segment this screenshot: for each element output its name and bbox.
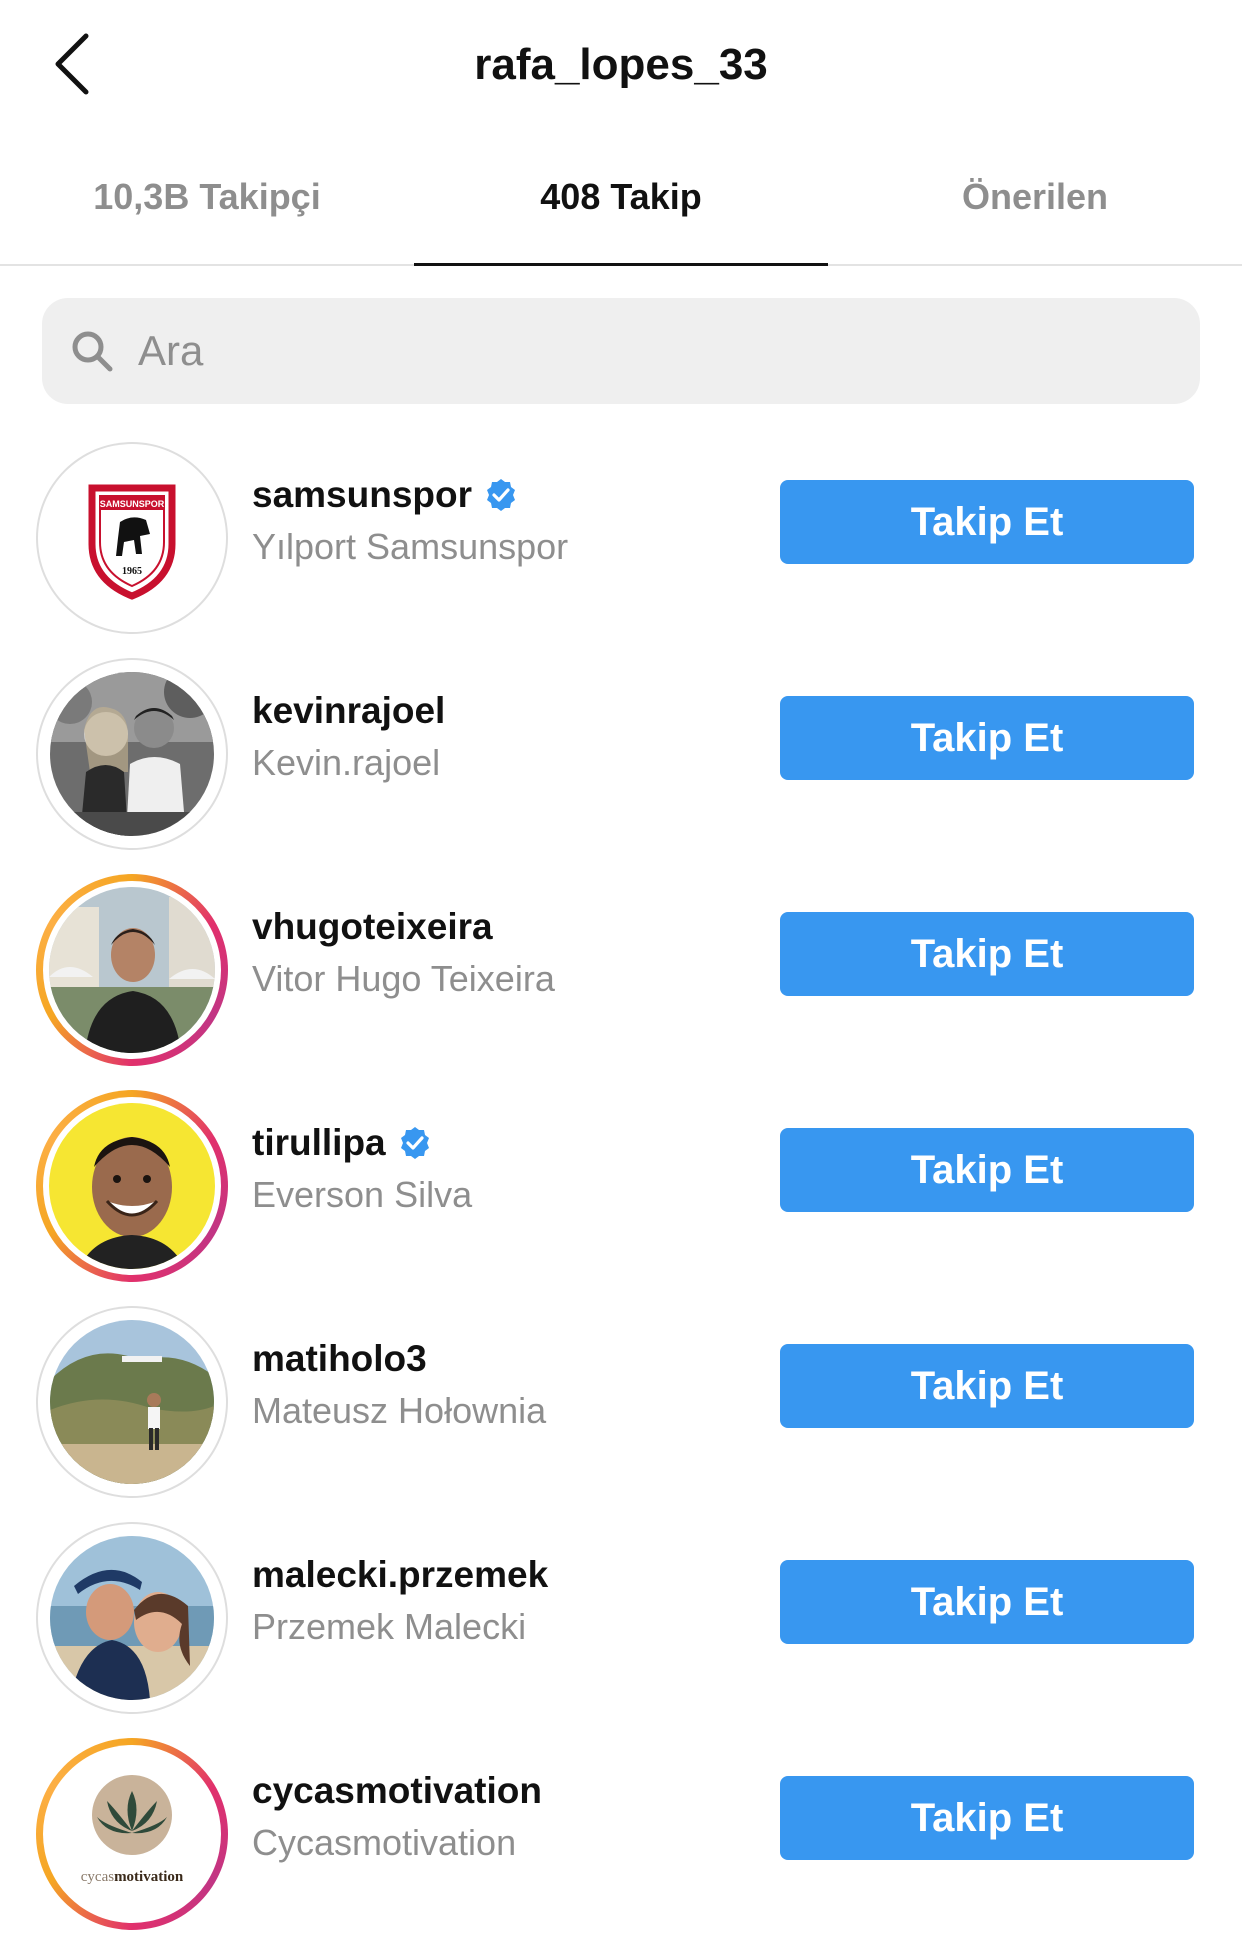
search-icon [68, 327, 116, 375]
lotus-logo-icon: cycasmotivation [49, 1751, 215, 1917]
hollywood-hills-photo-icon [50, 1320, 214, 1484]
verified-badge-icon [400, 1127, 429, 1159]
tab-following[interactable]: 408 Takip [414, 150, 828, 266]
tab-followers[interactable]: 10,3B Takipçi [0, 150, 414, 264]
avatar[interactable] [36, 1522, 228, 1714]
full-name: Everson Silva [252, 1174, 473, 1215]
search-bar[interactable] [42, 298, 1200, 404]
logo-text-light: cycas [81, 1869, 114, 1885]
list-item[interactable]: vhugoteixeira Vitor Hugo Teixeira Takip … [0, 868, 1242, 1084]
tab-suggested[interactable]: Önerilen [828, 150, 1242, 264]
tab-bar: 10,3B Takipçi 408 Takip Önerilen [0, 150, 1242, 266]
list-item[interactable]: SAMSUNSPOR 1965 samsunspor Yılport Samsu… [0, 436, 1242, 652]
username[interactable]: tirullipa [252, 1122, 386, 1164]
username[interactable]: samsunspor [252, 474, 472, 516]
follow-button[interactable]: Takip Et [780, 912, 1194, 996]
avatar[interactable] [36, 658, 228, 850]
follow-button[interactable]: Takip Et [780, 1128, 1194, 1212]
couple-photo-icon [50, 672, 214, 836]
full-name: Przemek Malecki [252, 1606, 527, 1647]
header: rafa_lopes_33 [0, 0, 1242, 140]
follow-button[interactable]: Takip Et [780, 480, 1194, 564]
following-list: SAMSUNSPOR 1965 samsunspor Yılport Samsu… [0, 436, 1242, 1948]
username[interactable]: kevinrajoel [252, 690, 445, 732]
logo-text: SAMSUNSPOR [100, 499, 165, 509]
username[interactable]: matiholo3 [252, 1338, 427, 1380]
follow-button[interactable]: Takip Et [780, 1776, 1194, 1860]
follow-button[interactable]: Takip Et [780, 1344, 1194, 1428]
full-name: Mateusz Hołownia [252, 1390, 547, 1431]
full-name: Cycasmotivation [252, 1822, 517, 1863]
follow-button[interactable]: Takip Et [780, 696, 1194, 780]
logo-text-bold: motivation [114, 1869, 184, 1885]
list-item[interactable]: kevinrajoel Kevin.rajoel Takip Et [0, 652, 1242, 868]
list-item[interactable]: malecki.przemek Przemek Malecki Takip Et [0, 1516, 1242, 1732]
smiling-man-icon [49, 1103, 215, 1269]
verified-badge-icon [487, 479, 516, 511]
avatar-story-ring[interactable] [36, 874, 228, 1066]
username[interactable]: vhugoteixeira [252, 906, 493, 948]
svg-text:cycasmotivation: cycasmotivation [81, 1869, 184, 1885]
search-input[interactable] [136, 326, 1140, 376]
avatar-story-ring[interactable]: cycasmotivation [36, 1738, 228, 1930]
avatar[interactable] [36, 1306, 228, 1498]
username[interactable]: cycasmotivation [252, 1770, 542, 1812]
avatar-story-ring[interactable] [36, 1090, 228, 1282]
man-photo-icon [49, 887, 215, 1053]
full-name: Kevin.rajoel [252, 742, 441, 783]
samsunspor-logo-icon: SAMSUNSPOR 1965 [50, 456, 214, 620]
follow-button[interactable]: Takip Et [780, 1560, 1194, 1644]
full-name: Yılport Samsunspor [252, 526, 569, 567]
list-item[interactable]: matiholo3 Mateusz Hołownia Takip Et [0, 1300, 1242, 1516]
list-item[interactable]: cycasmotivation cycasmotivation Cycasmot… [0, 1732, 1242, 1948]
list-item[interactable]: tirullipa Everson Silva Takip Et [0, 1084, 1242, 1300]
couple-beach-photo-icon [50, 1536, 214, 1700]
page-title: rafa_lopes_33 [474, 40, 768, 89]
logo-year: 1965 [122, 566, 142, 577]
avatar[interactable]: SAMSUNSPOR 1965 [36, 442, 228, 634]
full-name: Vitor Hugo Teixeira [252, 958, 555, 999]
username[interactable]: malecki.przemek [252, 1554, 548, 1596]
